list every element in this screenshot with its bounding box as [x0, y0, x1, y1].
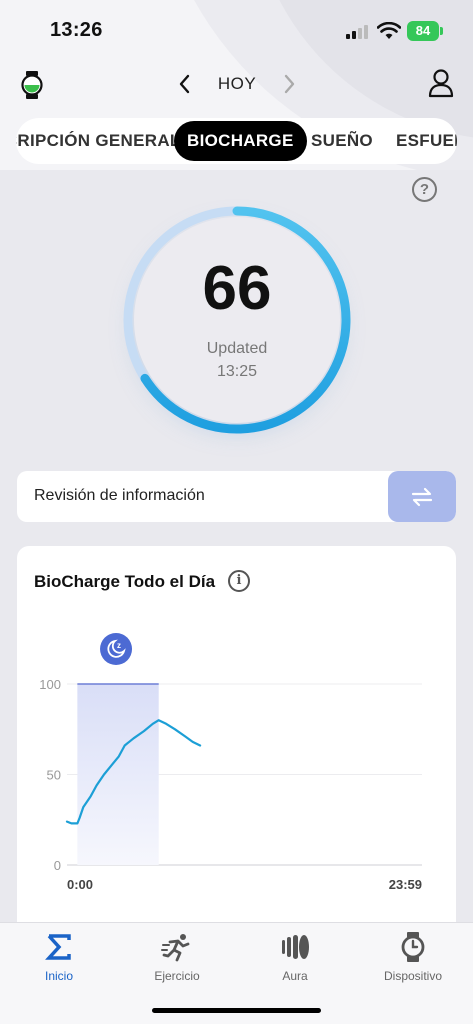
x-tick-label: 0:00	[67, 877, 93, 892]
svg-text:z: z	[117, 641, 121, 650]
tabbar-ejercicio[interactable]: Ejercicio	[118, 931, 236, 983]
biocharge-gauge: 66 Updated 13:25	[112, 195, 362, 445]
tabbar-ejercicio-label: Ejercicio	[154, 969, 200, 983]
biocharge-value: 66	[202, 254, 272, 323]
x-tick-label: 23:59	[389, 877, 422, 892]
info-review-label: Revisión de información	[34, 487, 205, 504]
sleep-band	[77, 684, 159, 865]
running-icon	[161, 934, 190, 962]
help-icon[interactable]: ?	[412, 177, 437, 202]
swap-arrows-icon	[411, 487, 433, 507]
day-title: HOY	[217, 74, 257, 93]
moon-icon[interactable]: z	[100, 633, 133, 665]
tab-effort[interactable]: ESFUERZO	[396, 118, 457, 164]
biocharge-chart: z 100 50 0 0:00 23:59	[39, 633, 422, 892]
home-indicator	[152, 1008, 321, 1013]
tabbar-aura-label: Aura	[282, 969, 308, 983]
category-tabs: DESCRIPCIÓN GENERAL BIOCHARGE SUEÑO ESFU…	[16, 118, 457, 164]
watch-icon	[401, 932, 425, 962]
header: HOY	[0, 62, 473, 106]
sigma-icon	[45, 934, 71, 960]
y-tick-label: 100	[39, 677, 61, 692]
tabbar-aura[interactable]: Aura	[236, 931, 354, 983]
tab-sleep[interactable]: SUEÑO	[311, 118, 373, 164]
biocharge-chart-card: BioCharge Todo el Día i z 100 50 0 0:00 23:5…	[17, 546, 456, 946]
tabbar-dispositivo[interactable]: Dispositivo	[354, 931, 472, 983]
aura-icon	[282, 935, 309, 959]
updated-label: Updated	[206, 340, 268, 357]
status-time: 13:26	[50, 19, 103, 41]
wifi-icon	[377, 22, 401, 39]
status-bar: 13:26 84	[0, 0, 473, 62]
next-day-button[interactable]	[278, 70, 300, 98]
y-tick-label: 0	[54, 858, 61, 873]
battery-tip	[440, 27, 443, 35]
tabbar-inicio[interactable]: Inicio	[0, 931, 118, 983]
profile-icon[interactable]	[427, 68, 455, 98]
updated-time: 13:25	[216, 363, 258, 380]
previous-day-button[interactable]	[174, 70, 196, 98]
tab-biocharge[interactable]: BIOCHARGE	[174, 121, 307, 161]
tabbar-dispositivo-label: Dispositivo	[383, 969, 443, 983]
info-review-card[interactable]: Revisión de información	[17, 471, 456, 522]
swap-button[interactable]	[388, 471, 456, 522]
watch-battery-icon[interactable]	[20, 70, 44, 100]
cellular-signal-icon	[346, 25, 370, 39]
tab-overview[interactable]: DESCRIPCIÓN GENERAL	[16, 118, 181, 164]
y-tick-label: 50	[47, 768, 61, 783]
battery-indicator: 84	[407, 21, 439, 41]
tabbar-inicio-label: Inicio	[44, 969, 73, 983]
